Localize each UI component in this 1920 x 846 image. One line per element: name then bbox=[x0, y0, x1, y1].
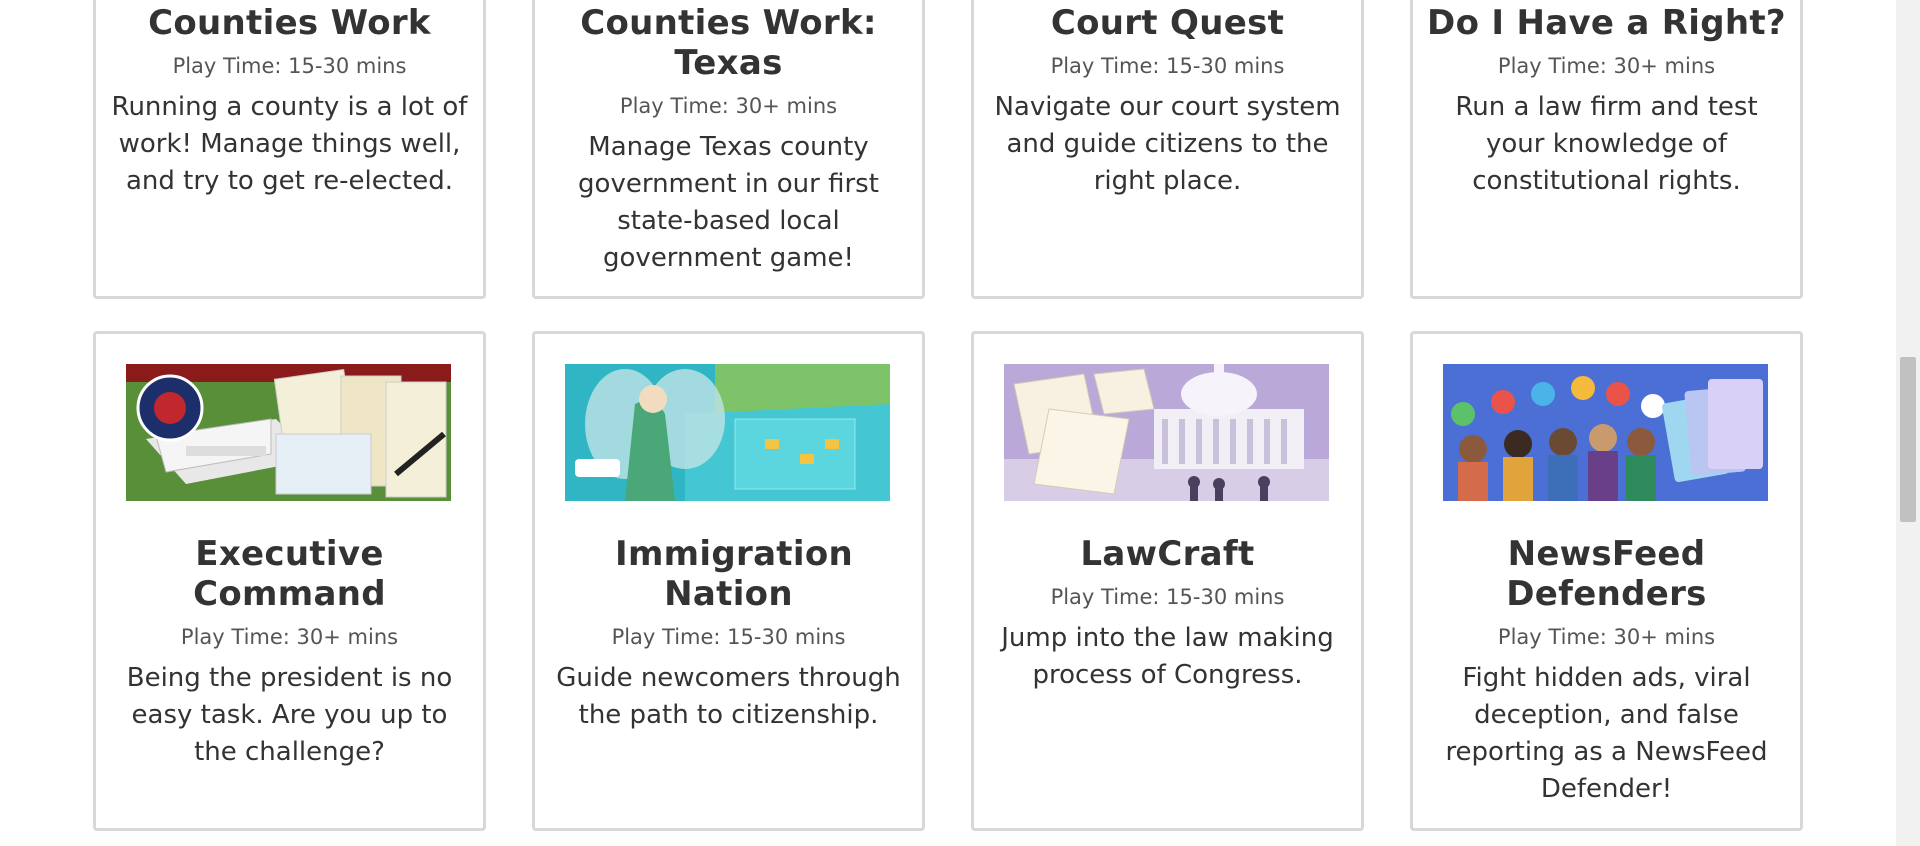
liberty-fairy-harbor-art[interactable] bbox=[565, 364, 890, 501]
game-description: Manage Texas county government in our fi… bbox=[578, 132, 879, 273]
immigration-nation-image bbox=[565, 364, 890, 501]
game-card-do-i-have-a-right[interactable]: Do I Have a Right? Play Time: 30+ mins R… bbox=[1410, 0, 1803, 299]
game-card-newsfeed-defenders[interactable]: NewsFeed Defenders Play Time: 30+ mins F… bbox=[1410, 331, 1803, 831]
newsfeed-defenders-image bbox=[1443, 364, 1768, 501]
game-card-lawcraft[interactable]: LawCraft Play Time: 15-30 mins Jump into… bbox=[971, 331, 1364, 831]
game-title[interactable]: NewsFeed Defenders bbox=[1413, 534, 1800, 614]
card-body: Counties Work: Texas Play Time: 30+ mins… bbox=[535, 3, 922, 277]
game-description: Running a county is a lot of work! Manag… bbox=[111, 92, 468, 196]
game-description: Jump into the law making process of Cong… bbox=[1001, 623, 1334, 690]
play-time: Play Time: 15-30 mins bbox=[1050, 585, 1285, 609]
game-title[interactable]: Executive Command bbox=[96, 534, 483, 614]
game-title[interactable]: Court Quest bbox=[974, 3, 1361, 43]
diverse-team-cards-art[interactable] bbox=[1443, 364, 1768, 501]
game-title[interactable]: Counties Work bbox=[96, 3, 483, 43]
game-card-court-quest[interactable]: Court Quest Play Time: 15-30 mins Naviga… bbox=[971, 0, 1364, 299]
play-time: Play Time: 30+ mins bbox=[180, 625, 399, 649]
card-body: NewsFeed Defenders Play Time: 30+ mins F… bbox=[1413, 534, 1800, 808]
card-body: Executive Command Play Time: 30+ mins Be… bbox=[96, 534, 483, 771]
game-description: Fight hidden ads, viral deception, and f… bbox=[1445, 663, 1768, 804]
vertical-scrollbar[interactable] bbox=[1896, 0, 1920, 846]
game-card-executive-command[interactable]: Executive Command Play Time: 30+ mins Be… bbox=[93, 331, 486, 831]
play-time: Play Time: 15-30 mins bbox=[172, 54, 407, 78]
scrollbar-thumb[interactable] bbox=[1900, 357, 1916, 522]
play-time: Play Time: 15-30 mins bbox=[1050, 54, 1285, 78]
game-card-counties-work-texas[interactable]: Counties Work: Texas Play Time: 30+ mins… bbox=[532, 0, 925, 299]
game-title[interactable]: Counties Work: Texas bbox=[535, 3, 922, 83]
white-house-documents-art[interactable] bbox=[126, 364, 451, 501]
game-card-immigration-nation[interactable]: Immigration Nation Play Time: 15-30 mins… bbox=[532, 331, 925, 831]
card-body: Do I Have a Right? Play Time: 30+ mins R… bbox=[1413, 3, 1800, 200]
game-description: Being the president is no easy task. Are… bbox=[126, 663, 453, 767]
page-viewport: Counties Work Play Time: 15-30 mins Runn… bbox=[0, 0, 1920, 846]
executive-command-image bbox=[126, 364, 451, 501]
play-time: Play Time: 30+ mins bbox=[1497, 625, 1716, 649]
game-title[interactable]: Do I Have a Right? bbox=[1413, 3, 1800, 43]
card-body: Counties Work Play Time: 15-30 mins Runn… bbox=[96, 3, 483, 200]
card-body: LawCraft Play Time: 15-30 mins Jump into… bbox=[974, 534, 1361, 694]
game-card-counties-work[interactable]: Counties Work Play Time: 15-30 mins Runn… bbox=[93, 0, 486, 299]
lawcraft-image bbox=[1004, 364, 1329, 501]
play-time: Play Time: 30+ mins bbox=[619, 94, 838, 118]
game-title[interactable]: LawCraft bbox=[974, 534, 1361, 574]
card-body: Immigration Nation Play Time: 15-30 mins… bbox=[535, 534, 922, 734]
play-time: Play Time: 30+ mins bbox=[1497, 54, 1716, 78]
capitol-papers-art[interactable] bbox=[1004, 364, 1329, 501]
game-title[interactable]: Immigration Nation bbox=[535, 534, 922, 614]
play-time: Play Time: 15-30 mins bbox=[611, 625, 846, 649]
card-body: Court Quest Play Time: 15-30 mins Naviga… bbox=[974, 3, 1361, 200]
game-description: Navigate our court system and guide citi… bbox=[994, 92, 1341, 196]
game-description: Guide newcomers through the path to citi… bbox=[556, 663, 901, 730]
game-description: Run a law firm and test your knowledge o… bbox=[1455, 92, 1758, 196]
